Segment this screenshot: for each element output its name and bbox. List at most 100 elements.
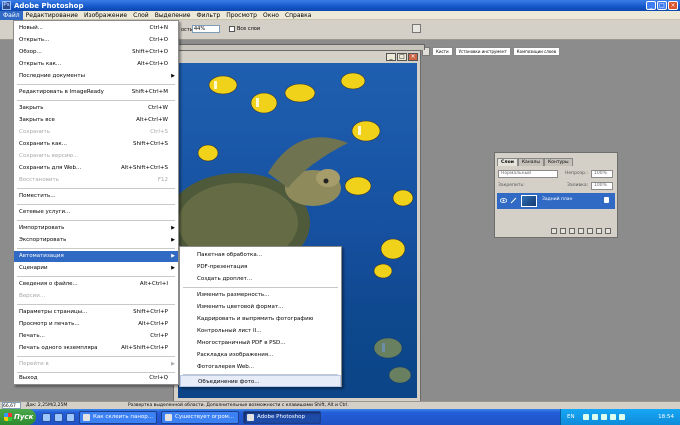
taskbar-item-document[interactable]: Сушествует огром...	[161, 410, 239, 424]
well-tab-brushes[interactable]: Кисти	[432, 47, 453, 56]
menu-view[interactable]: Просмотр	[223, 11, 260, 20]
submenu-item-contact-sheet[interactable]: Контрольный лист II...	[180, 325, 341, 337]
image-window-titlebar[interactable]: _ □ ×	[174, 51, 420, 63]
menu-item-print-preview[interactable]: Просмотр и печать... Alt+Ctrl+P	[14, 319, 178, 330]
desktop-icon[interactable]	[54, 412, 63, 422]
menu-item-automate[interactable]: Автоматизация ▶	[14, 251, 178, 262]
fill-field[interactable]: 100%	[591, 182, 613, 190]
menu-item-open-as[interactable]: Открыть как... Alt+Ctrl+O	[14, 59, 178, 70]
lock-label: Закрепить:	[498, 183, 525, 188]
system-tray: EN 18:54	[560, 409, 680, 425]
network-icon[interactable]	[583, 414, 589, 420]
menu-item-page-setup[interactable]: Параметры страницы... Shift+Ctrl+P	[14, 307, 178, 318]
menu-edit[interactable]: Редактирование	[23, 11, 81, 20]
menu-item-save-for-web[interactable]: Сохранить для Web... Alt+Shift+Ctrl+S	[14, 163, 178, 174]
menu-item-close[interactable]: Закрыть Ctrl+W	[14, 103, 178, 114]
menu-select[interactable]: Выделение	[152, 11, 194, 20]
submenu-arrow-icon: ▶	[171, 73, 175, 79]
menu-file[interactable]: Файл	[0, 10, 23, 20]
menu-item-export[interactable]: Экспортировать ▶	[14, 235, 178, 246]
doc-maximize-button[interactable]: □	[397, 53, 407, 61]
menu-window[interactable]: Окно	[260, 11, 282, 20]
menu-item-online-services[interactable]: Сетевые услуги...	[14, 207, 178, 218]
layer-row-background[interactable]: Задний план	[497, 193, 615, 209]
automate-submenu: Пакетная обработка... PDF-презентация Со…	[179, 246, 342, 387]
submenu-item-picture-package[interactable]: Раскладка изображения...	[180, 349, 341, 361]
menu-item-print[interactable]: Печать... Ctrl+P	[14, 331, 178, 342]
menu-item-jump-to[interactable]: Перейти в ▶	[14, 359, 178, 370]
folder-icon[interactable]	[587, 228, 593, 234]
close-button[interactable]: ×	[668, 1, 678, 10]
submenu-item-conditional-mode[interactable]: Изменить размерность...	[180, 289, 341, 301]
security-icon[interactable]	[601, 414, 607, 420]
doc-close-button[interactable]: ×	[408, 53, 418, 61]
submenu-item-create-droplet[interactable]: Создать дроплет...	[180, 273, 341, 285]
menu-item-save-as[interactable]: Сохранить как... Shift+Ctrl+S	[14, 139, 178, 150]
menu-item-print-one-copy[interactable]: Печать одного экземпляра Alt+Shift+Ctrl+P	[14, 343, 178, 354]
submenu-item-fit-image[interactable]: Изменить цветовой формат...	[180, 301, 341, 313]
submenu-item-pdf-presentation[interactable]: PDF-презентация	[180, 261, 341, 273]
menu-item-edit-imageready[interactable]: Редактировать в ImageReady Shift+Ctrl+M	[14, 87, 178, 98]
language-indicator[interactable]: EN	[567, 409, 575, 425]
menu-item-scripts[interactable]: Сценарии ▶	[14, 263, 178, 274]
menu-filter[interactable]: Фильтр	[193, 11, 223, 20]
menu-item-new[interactable]: Новый... Ctrl+N	[14, 23, 178, 34]
start-button[interactable]: Пуск	[0, 409, 36, 425]
submenu-item-web-gallery[interactable]: Фотогалерея Web...	[180, 361, 341, 373]
menu-separator	[17, 276, 175, 277]
blend-mode-select[interactable]: Нормальный	[498, 170, 558, 178]
well-tab-layer-comps[interactable]: Композиции слоев	[512, 47, 561, 56]
menu-item-revert[interactable]: Восстановить F12	[14, 175, 178, 186]
doc-minimize-button[interactable]: _	[386, 53, 396, 61]
mask-icon[interactable]	[569, 228, 575, 234]
menu-help[interactable]: Справка	[282, 11, 314, 20]
layer-style-icon[interactable]	[560, 228, 566, 234]
menu-separator	[17, 204, 175, 205]
tab-paths[interactable]: Контуры	[543, 158, 573, 166]
tab-channels[interactable]: Каналы	[517, 158, 544, 166]
status-bar: 66,67 % Док: 2,25М/2,25М Развертка выдел…	[0, 401, 680, 416]
submenu-item-batch[interactable]: Пакетная обработка...	[180, 249, 341, 261]
submenu-item-crop-straighten[interactable]: Кадрировать и выпрямить фотографию	[180, 313, 341, 325]
menu-item-close-all[interactable]: Закрыть все Alt+Ctrl+W	[14, 115, 178, 126]
submenu-item-photomerge[interactable]: Объединение фото...	[180, 375, 341, 387]
minimize-button[interactable]: _	[646, 1, 656, 10]
menu-item-open[interactable]: Открыть... Ctrl+O	[14, 35, 178, 46]
trash-icon[interactable]	[605, 228, 611, 234]
menu-item-save-version[interactable]: Сохранить версию...	[14, 151, 178, 162]
menu-item-recent[interactable]: Последние документы ▶	[14, 71, 178, 82]
eye-icon[interactable]	[500, 197, 507, 204]
taskbar-item-browser[interactable]: Как склеить панор...	[79, 410, 157, 424]
menu-separator	[17, 84, 175, 85]
menu-item-versions[interactable]: Версии...	[14, 291, 178, 302]
submenu-item-pdf-to-psd[interactable]: Многостраничный PDF в PSD...	[180, 337, 341, 349]
opacity-field[interactable]: 100%	[591, 170, 613, 178]
menu-item-import[interactable]: Импортировать ▶	[14, 223, 178, 234]
well-tab-tool-presets[interactable]: Установки инструмент	[454, 47, 511, 56]
messenger-icon[interactable]	[619, 414, 625, 420]
palette-icon[interactable]	[412, 24, 421, 33]
link-icon[interactable]	[551, 228, 557, 234]
browser-icon[interactable]	[42, 412, 51, 422]
update-icon[interactable]	[610, 414, 616, 420]
all-layers-checkbox[interactable]	[229, 26, 235, 32]
menu-item-exit[interactable]: Выход Ctrl+Q	[14, 373, 178, 384]
menu-image[interactable]: Изображение	[81, 11, 130, 20]
maximize-button[interactable]: □	[657, 1, 667, 10]
menu-item-place[interactable]: Поместить...	[14, 191, 178, 202]
adjustment-icon[interactable]	[578, 228, 584, 234]
menu-item-browse[interactable]: Обзор... Shift+Ctrl+O	[14, 47, 178, 58]
new-layer-icon[interactable]	[596, 228, 602, 234]
menu-separator	[17, 304, 175, 305]
menu-layer[interactable]: Слой	[130, 11, 152, 20]
taskbar-item-photoshop[interactable]: Adobe Photoshop	[243, 410, 321, 424]
menu-bar: Файл Редактирование Изображение Слой Выд…	[0, 10, 680, 20]
tab-layers[interactable]: Слои	[497, 158, 518, 166]
menu-item-file-info[interactable]: Сведения о файле... Alt+Ctrl+I	[14, 279, 178, 290]
volume-icon[interactable]	[592, 414, 598, 420]
submenu-arrow-icon: ▶	[171, 361, 175, 367]
menu-item-save[interactable]: Сохранить Ctrl+S	[14, 127, 178, 138]
media-icon[interactable]	[66, 412, 75, 422]
zoom-option-field[interactable]: 44%	[192, 25, 220, 33]
zoom-field[interactable]: 66,67 %	[2, 402, 21, 416]
